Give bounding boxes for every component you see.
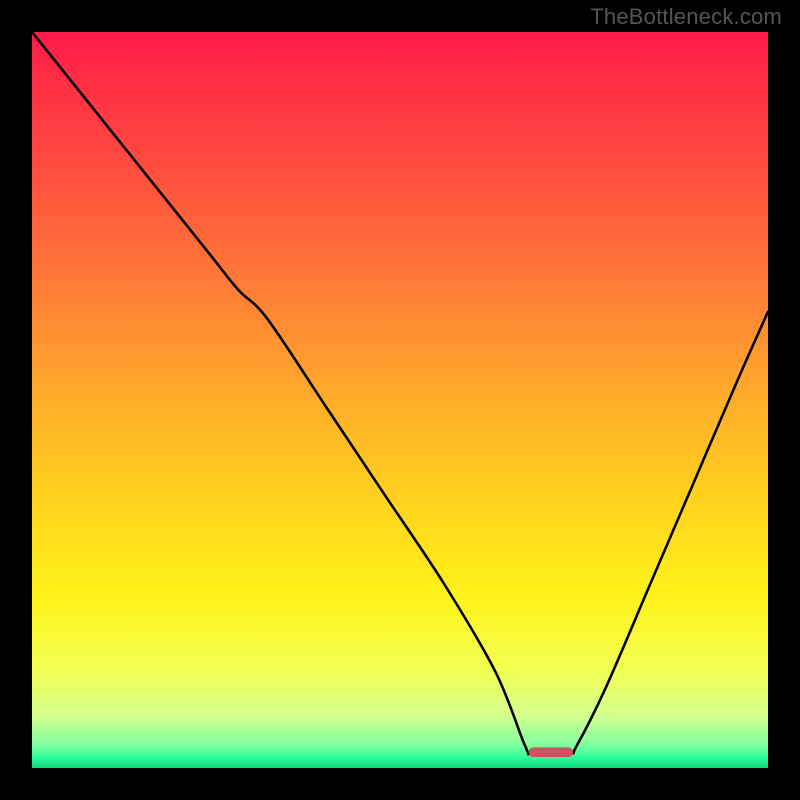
min-marker	[529, 747, 573, 757]
chart-container: TheBottleneck.com	[0, 0, 800, 800]
min-marker-layer	[32, 32, 768, 768]
plot-area	[32, 32, 768, 768]
watermark-text: TheBottleneck.com	[590, 4, 782, 30]
